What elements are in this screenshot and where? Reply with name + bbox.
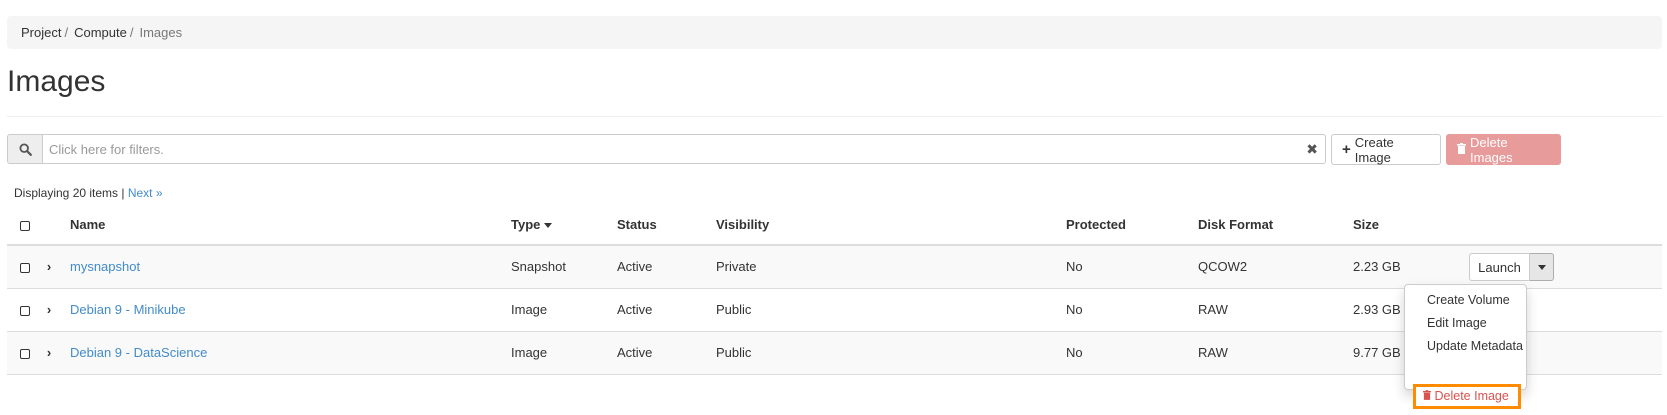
image-type: Snapshot <box>511 245 617 289</box>
chevron-right-icon[interactable]: › <box>43 259 55 274</box>
image-visibility: Public <box>716 288 1066 332</box>
image-name-link[interactable]: Debian 9 - DataScience <box>70 345 207 360</box>
image-visibility: Public <box>716 331 1066 375</box>
column-header-protected[interactable]: Protected <box>1066 205 1198 246</box>
caret-down-icon <box>544 223 553 229</box>
image-size: 2.23 GB <box>1353 245 1468 289</box>
column-header-name[interactable]: Name <box>70 205 511 246</box>
chevron-right-icon[interactable]: › <box>43 345 55 360</box>
row-actions-menu: Create Volume Edit Image Update Metadata <box>1404 284 1527 390</box>
breadcrumb-separator: / <box>64 25 69 40</box>
launch-button[interactable]: Launch <box>1469 253 1530 281</box>
column-header-type-label: Type <box>511 217 541 232</box>
column-header-type[interactable]: Type <box>511 205 617 246</box>
table-row: › mysnapshot Snapshot Active Private No … <box>7 245 1662 289</box>
column-header-size[interactable]: Size <box>1353 205 1468 246</box>
clear-icon[interactable]: ✖ <box>1306 141 1318 157</box>
breadcrumb-compute[interactable]: Compute <box>74 25 127 40</box>
image-protected: No <box>1066 331 1198 375</box>
select-all-checkbox[interactable] <box>20 220 30 231</box>
image-name-link[interactable]: Debian 9 - Minikube <box>70 302 186 317</box>
displaying-count: Displaying 20 items | <box>14 186 125 200</box>
create-image-button[interactable]: + Create Image <box>1331 134 1441 165</box>
breadcrumb-project[interactable]: Project <box>21 25 61 40</box>
page-title: Images <box>7 65 106 98</box>
plus-icon: + <box>1342 141 1351 158</box>
column-header-status[interactable]: Status <box>617 205 716 246</box>
image-disk-format: RAW <box>1198 331 1353 375</box>
image-visibility: Private <box>716 245 1066 289</box>
create-image-label: Create Image <box>1354 134 1394 165</box>
image-disk-format: RAW <box>1198 288 1353 332</box>
table-header-row: Name Type Status Visibility Protected Di… <box>7 205 1662 246</box>
delete-images-label: Delete Images <box>1470 134 1513 165</box>
launch-button-group: Launch <box>1469 253 1554 281</box>
column-header-disk-format[interactable]: Disk Format <box>1198 205 1353 246</box>
chevron-right-icon[interactable]: › <box>43 302 55 317</box>
image-status: Active <box>617 288 716 332</box>
column-header-visibility[interactable]: Visibility <box>716 205 1066 246</box>
filter-bar: ✖ <box>7 134 1326 164</box>
image-disk-format: QCOW2 <box>1198 245 1353 289</box>
trash-icon <box>1423 389 1434 403</box>
menu-item-edit-image[interactable]: Edit Image <box>1405 312 1526 335</box>
row-checkbox[interactable] <box>20 305 30 316</box>
next-page-link[interactable]: Next » <box>128 186 163 200</box>
image-protected: No <box>1066 288 1198 332</box>
image-name-link[interactable]: mysnapshot <box>70 259 140 274</box>
trash-icon <box>1457 142 1466 157</box>
breadcrumb: Project / Compute / Images <box>7 16 1662 49</box>
title-divider <box>7 116 1662 117</box>
image-protected: No <box>1066 245 1198 289</box>
breadcrumb-separator: / <box>129 25 134 40</box>
row-checkbox[interactable] <box>20 262 30 273</box>
image-type: Image <box>511 331 617 375</box>
search-icon[interactable] <box>7 134 42 164</box>
delete-images-button[interactable]: Delete Images <box>1446 134 1561 165</box>
row-actions-toggle[interactable] <box>1530 253 1554 281</box>
delete-image-label: Delete Image <box>1434 389 1509 403</box>
filter-input[interactable] <box>42 134 1326 164</box>
row-checkbox[interactable] <box>20 348 30 359</box>
menu-item-update-metadata[interactable]: Update Metadata <box>1405 335 1526 358</box>
breadcrumb-images: Images <box>139 25 183 40</box>
menu-item-create-volume[interactable]: Create Volume <box>1405 289 1526 312</box>
pagination-status: Displaying 20 items | Next » <box>14 186 163 200</box>
menu-item-delete-image[interactable]: Delete Image <box>1413 384 1521 409</box>
image-status: Active <box>617 245 716 289</box>
caret-down-icon <box>1537 264 1546 270</box>
image-status: Active <box>617 331 716 375</box>
image-type: Image <box>511 288 617 332</box>
